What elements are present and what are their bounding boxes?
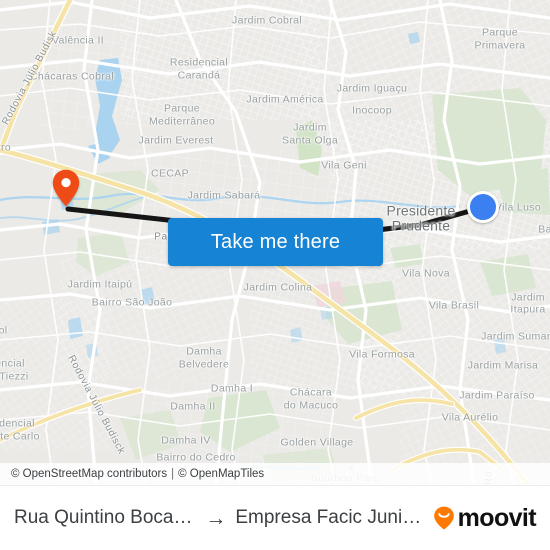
destination-pin[interactable] <box>52 169 80 207</box>
moovit-logo[interactable]: moovit <box>431 503 537 533</box>
trip-destination-label[interactable]: Empresa Facic Junior Un... <box>235 507 424 529</box>
trip-summary-bar: Rua Quintino Bocaiúva, ... → Empresa Fac… <box>0 485 550 550</box>
moovit-map-screen: Jardim Cobral Valência II Parque Primavera R… <box>0 0 550 550</box>
arrow-right-icon: → <box>205 506 227 530</box>
attribution-tiles[interactable]: © OpenMapTiles <box>178 468 264 480</box>
attribution-separator: | <box>171 468 175 480</box>
moovit-pin-icon <box>433 506 454 530</box>
trip-origin-label[interactable]: Rua Quintino Bocaiúva, ... <box>14 507 196 529</box>
moovit-wordmark: moovit <box>457 503 537 532</box>
origin-dot-marker[interactable] <box>467 191 499 223</box>
map-attribution: © OpenStreetMap contributors | © OpenMap… <box>0 463 550 485</box>
map-viewport[interactable]: Jardim Cobral Valência II Parque Primavera R… <box>0 0 550 485</box>
trip-endpoints: Rua Quintino Bocaiúva, ... → Empresa Fac… <box>14 507 425 529</box>
attribution-osm[interactable]: © OpenStreetMap contributors <box>11 468 167 480</box>
take-me-there-button[interactable]: Take me there <box>168 218 383 266</box>
